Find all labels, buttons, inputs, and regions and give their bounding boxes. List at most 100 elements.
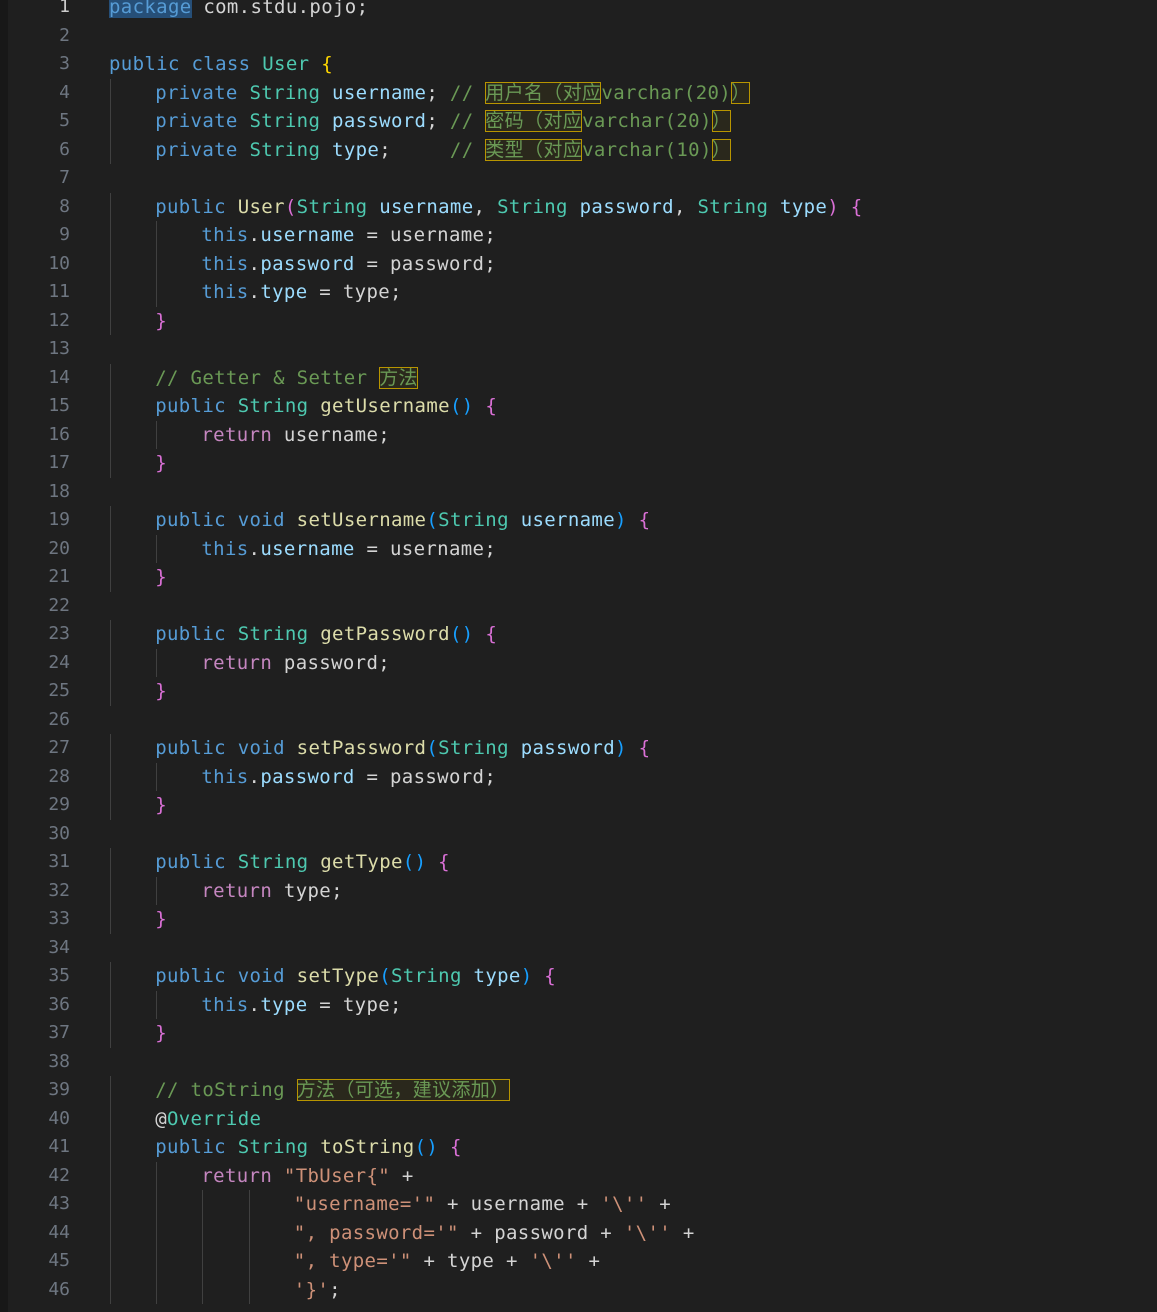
code-line[interactable]: 25} [0, 677, 1157, 706]
code-line[interactable]: 20 this.username = username; [0, 534, 1157, 564]
code-text[interactable]: return password; [201, 649, 390, 678]
code-text[interactable]: private String username; // 用户名（对应varcha… [155, 79, 751, 108]
code-line[interactable]: 44 ", password='" + password + '\'' + [0, 1218, 1157, 1248]
code-line[interactable]: 27 public void setPassword(String passwor… [0, 734, 1157, 763]
indent-guide [110, 249, 111, 278]
code-text[interactable]: public void setUsername(String username)… [155, 506, 650, 535]
code-line[interactable]: 34 [0, 934, 1157, 963]
code-line[interactable]: 33} [0, 905, 1157, 934]
code-line[interactable]: 8 public User(String username, String pas… [0, 192, 1157, 222]
line-number: 34 [48, 936, 70, 958]
code-text[interactable]: return username; [201, 421, 390, 450]
code-line[interactable]: 29} [0, 791, 1157, 820]
code-token: { [638, 737, 651, 759]
code-line[interactable]: 2 [0, 22, 1157, 51]
code-line[interactable]: 46 '}'; [0, 1275, 1157, 1305]
code-line[interactable]: 22 [0, 592, 1157, 621]
code-line[interactable]: 35 public void setType(String type) { [0, 962, 1157, 991]
code-line[interactable]: 10 this.password = password; [0, 249, 1157, 279]
code-line[interactable]: 23 public String getPassword() { [0, 620, 1157, 649]
code-line[interactable]: 17} [0, 449, 1157, 478]
code-line[interactable]: 39 // toString 方法（可选，建议添加） [0, 1076, 1157, 1105]
code-text[interactable]: this.username = username; [201, 535, 496, 564]
code-text[interactable]: } [155, 905, 167, 934]
code-line[interactable]: 9 this.username = username; [0, 221, 1157, 250]
code-text[interactable]: public void setPassword(String password)… [155, 734, 650, 763]
code-line[interactable]: 13 [0, 335, 1157, 364]
code-line[interactable]: 18 [0, 478, 1157, 507]
code-editor[interactable]: 1 package com.stdu.pojo; 2 3 public class Us… [0, 0, 1157, 1312]
code-line[interactable]: 7 [0, 164, 1157, 193]
code-text[interactable]: // Getter & Setter 方法 [155, 364, 418, 393]
code-token: { [850, 195, 863, 218]
code-text[interactable]: return "TbUser{" + [201, 1162, 413, 1191]
code-line[interactable]: 14 // Getter & Setter 方法 [0, 363, 1157, 393]
code-token: public [155, 195, 238, 218]
code-line[interactable]: 4 private String username; // 用户名（对应varch… [0, 78, 1157, 108]
code-text[interactable]: public String getUsername() { [155, 392, 497, 421]
code-line[interactable]: 37} [0, 1019, 1157, 1048]
code-line[interactable]: 31 public String getType() { [0, 848, 1157, 877]
code-text[interactable]: public String getType() { [155, 848, 450, 877]
code-text[interactable]: public String toString() { [155, 1133, 462, 1162]
code-line[interactable]: 19 public void setUsername(String usernam… [0, 506, 1157, 535]
code-text[interactable]: ", type='" + type + '\'' + [294, 1247, 601, 1276]
code-line[interactable]: 45 ", type='" + type + '\'' + [0, 1247, 1157, 1276]
code-text[interactable]: private String type; // 类型（对应varchar(10)… [155, 136, 732, 165]
line-number: 16 [48, 423, 70, 445]
code-text[interactable]: "username='" + username + '\'' + [294, 1190, 671, 1219]
code-text[interactable]: public String getPassword() { [155, 620, 497, 649]
code-text[interactable]: this.username = username; [201, 221, 496, 250]
code-token: () [402, 851, 427, 873]
code-line[interactable]: 6 private String type; // 类型（对应varchar(10… [0, 135, 1157, 165]
code-token: public [155, 737, 238, 759]
code-text[interactable]: private String password; // 密码（对应varchar… [155, 107, 732, 136]
code-text[interactable]: public User(String username, String pass… [155, 193, 862, 222]
code-text[interactable]: this.type = type; [201, 278, 401, 307]
code-token: type [260, 993, 308, 1016]
code-text[interactable]: } [155, 307, 167, 336]
code-line[interactable]: 40 @Override [0, 1104, 1157, 1134]
code-text[interactable]: @Override [155, 1105, 261, 1134]
line-number: 30 [48, 822, 70, 844]
code-token: this [201, 993, 249, 1016]
code-line[interactable]: 43 "username='" + username + '\'' + [0, 1190, 1157, 1219]
indent-guide [110, 762, 111, 791]
code-text[interactable]: } [155, 791, 167, 820]
code-token: setUsername [296, 509, 427, 531]
code-text[interactable]: } [155, 563, 167, 592]
code-line[interactable]: 3 public class User { [0, 50, 1157, 79]
code-text[interactable]: } [155, 1019, 167, 1048]
code-line[interactable]: 5 private String password; // 密码（对应varcha… [0, 107, 1157, 136]
code-line[interactable]: 21} [0, 563, 1157, 592]
code-text[interactable]: return type; [201, 877, 342, 906]
code-text[interactable]: } [155, 677, 167, 706]
code-line[interactable]: 26 [0, 706, 1157, 735]
code-token: { [638, 509, 651, 531]
code-text[interactable]: package com.stdu.pojo; [109, 0, 368, 22]
code-text[interactable]: this.password = password; [201, 763, 496, 792]
code-line[interactable]: 41 public String toString() { [0, 1133, 1157, 1162]
line-number: 15 [48, 395, 70, 416]
code-line[interactable]: 32 return type; [0, 876, 1157, 906]
code-line[interactable]: 30 [0, 820, 1157, 849]
code-line[interactable]: 16 return username; [0, 420, 1157, 450]
code-line[interactable]: 15 public String getUsername() { [0, 392, 1157, 421]
code-line[interactable]: 38 [0, 1048, 1157, 1077]
code-text[interactable]: public void setType(String type) { [155, 962, 556, 991]
code-text[interactable]: ", password='" + password + '\'' + [294, 1219, 695, 1248]
code-text[interactable]: // toString 方法（可选，建议添加） [155, 1076, 510, 1105]
code-text[interactable]: } [155, 449, 167, 478]
code-line[interactable]: 12} [0, 306, 1157, 336]
code-text[interactable]: this.type = type; [201, 991, 401, 1020]
code-text[interactable]: this.password = password; [201, 250, 496, 279]
code-line[interactable]: 42 return "TbUser{" + [0, 1161, 1157, 1191]
code-line[interactable]: 24 return password; [0, 648, 1157, 678]
code-text[interactable]: public class User { [109, 50, 333, 79]
code-line[interactable]: 36 this.type = type; [0, 990, 1157, 1020]
code-token: Override [166, 1107, 262, 1130]
code-text[interactable]: '}'; [294, 1276, 341, 1305]
code-line[interactable]: 28 this.password = password; [0, 762, 1157, 792]
code-line[interactable]: 1 package com.stdu.pojo; [0, 0, 1157, 22]
code-line[interactable]: 11 this.type = type; [0, 278, 1157, 307]
